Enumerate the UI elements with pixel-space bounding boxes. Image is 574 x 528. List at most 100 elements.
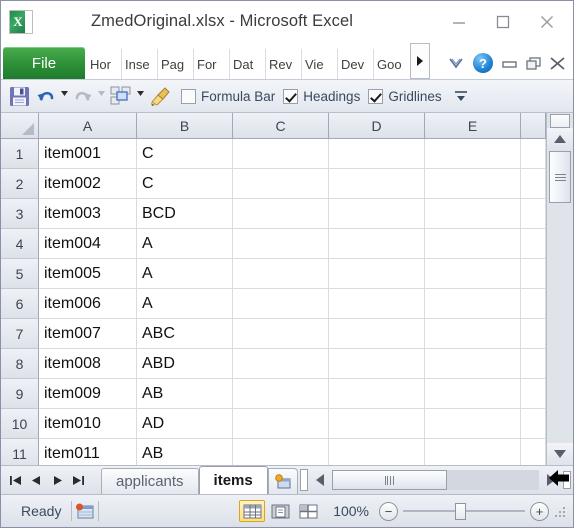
column-header-c[interactable]: C xyxy=(233,113,329,139)
cell-b4[interactable]: A xyxy=(137,229,233,259)
page-layout-icon[interactable] xyxy=(267,500,293,522)
zoom-slider[interactable] xyxy=(403,502,525,521)
cell-b5[interactable]: A xyxy=(137,259,233,289)
row-header[interactable]: 10 xyxy=(1,409,39,439)
select-all-icon[interactable] xyxy=(1,113,39,139)
close-icon[interactable] xyxy=(525,8,569,36)
table-row[interactable]: 1 item001 C xyxy=(1,139,546,169)
zoom-slider-handle[interactable] xyxy=(455,502,466,520)
row-header[interactable]: 5 xyxy=(1,259,39,289)
ribbon-window-close-icon[interactable] xyxy=(550,56,565,70)
triangle-right-icon[interactable] xyxy=(539,469,561,491)
row-header[interactable]: 4 xyxy=(1,229,39,259)
record-macro-icon[interactable] xyxy=(72,503,98,520)
cell-d4[interactable] xyxy=(329,229,425,259)
cell-a10[interactable]: item010 xyxy=(39,409,137,439)
row-header[interactable]: 11 xyxy=(1,439,39,465)
cell-c6[interactable] xyxy=(233,289,329,319)
normal-view-icon[interactable] xyxy=(239,500,266,522)
format-painter-icon[interactable] xyxy=(147,83,173,109)
table-row[interactable]: 10 item010 AD xyxy=(1,409,546,439)
triangle-down-icon[interactable] xyxy=(547,443,573,465)
column-header-d[interactable]: D xyxy=(329,113,425,139)
cell-f11[interactable] xyxy=(521,439,546,465)
column-header-b[interactable]: B xyxy=(137,113,233,139)
cell-a3[interactable]: item003 xyxy=(39,199,137,229)
table-row[interactable]: 6 item006 A xyxy=(1,289,546,319)
triangle-left-icon[interactable] xyxy=(310,469,332,491)
cell-b6[interactable]: A xyxy=(137,289,233,319)
zoom-out-button[interactable]: − xyxy=(379,501,398,521)
cell-b1[interactable]: C xyxy=(137,139,233,169)
arrange-dropdown-icon[interactable] xyxy=(136,91,145,101)
row-header[interactable]: 2 xyxy=(1,169,39,199)
tab-home[interactable]: Hor xyxy=(85,49,121,79)
horizontal-split-handle[interactable] xyxy=(563,471,571,489)
cell-c9[interactable] xyxy=(233,379,329,409)
cell-f2[interactable] xyxy=(521,169,546,199)
cell-c4[interactable] xyxy=(233,229,329,259)
tab-view[interactable]: Vie xyxy=(301,49,337,79)
table-row[interactable]: 7 item007 ABC xyxy=(1,319,546,349)
sheet-tab-items[interactable]: items xyxy=(198,466,268,494)
tab-file[interactable]: File xyxy=(3,47,85,79)
cell-a4[interactable]: item004 xyxy=(39,229,137,259)
tab-review[interactable]: Rev xyxy=(265,49,301,79)
cell-c7[interactable] xyxy=(233,319,329,349)
cell-f3[interactable] xyxy=(521,199,546,229)
cell-d8[interactable] xyxy=(329,349,425,379)
cell-a8[interactable]: item008 xyxy=(39,349,137,379)
table-row[interactable]: 11 item011 AB xyxy=(1,439,546,465)
chevron-right-icon[interactable] xyxy=(410,43,430,79)
nav-prev-icon[interactable] xyxy=(26,469,46,491)
cell-e4[interactable] xyxy=(425,229,521,259)
cell-c2[interactable] xyxy=(233,169,329,199)
cell-e2[interactable] xyxy=(425,169,521,199)
cell-e7[interactable] xyxy=(425,319,521,349)
table-row[interactable]: 3 item003 BCD xyxy=(1,199,546,229)
cell-e1[interactable] xyxy=(425,139,521,169)
cell-b8[interactable]: ABD xyxy=(137,349,233,379)
tab-developer[interactable]: Dev xyxy=(337,49,373,79)
tab-split-handle[interactable] xyxy=(299,469,308,491)
cell-e6[interactable] xyxy=(425,289,521,319)
redo-icon[interactable] xyxy=(71,83,95,109)
cell-b2[interactable]: C xyxy=(137,169,233,199)
table-row[interactable]: 8 item008 ABD xyxy=(1,349,546,379)
nav-last-icon[interactable] xyxy=(68,469,88,491)
cell-c1[interactable] xyxy=(233,139,329,169)
cell-f6[interactable] xyxy=(521,289,546,319)
cell-d1[interactable] xyxy=(329,139,425,169)
cell-f4[interactable] xyxy=(521,229,546,259)
table-row[interactable]: 5 item005 A xyxy=(1,259,546,289)
tab-google[interactable]: Goo xyxy=(373,49,409,79)
formula-bar-checkbox-box[interactable] xyxy=(181,88,196,104)
cell-d10[interactable] xyxy=(329,409,425,439)
resize-grip-icon[interactable] xyxy=(555,505,567,517)
cell-f1[interactable] xyxy=(521,139,546,169)
vertical-scroll-track[interactable] xyxy=(547,204,573,443)
cell-d3[interactable] xyxy=(329,199,425,229)
ribbon-minimize-icon[interactable] xyxy=(448,57,464,70)
cell-d5[interactable] xyxy=(329,259,425,289)
cell-b7[interactable]: ABC xyxy=(137,319,233,349)
column-header-a[interactable]: A xyxy=(39,113,137,139)
row-header[interactable]: 9 xyxy=(1,379,39,409)
horizontal-scroll-track[interactable] xyxy=(331,470,539,490)
ribbon-window-minimize-icon[interactable] xyxy=(502,58,517,69)
customize-toolbar-icon[interactable] xyxy=(452,83,470,109)
cell-d11[interactable] xyxy=(329,439,425,465)
cell-a1[interactable]: item001 xyxy=(39,139,137,169)
cell-b9[interactable]: AB xyxy=(137,379,233,409)
cell-d2[interactable] xyxy=(329,169,425,199)
cell-c8[interactable] xyxy=(233,349,329,379)
triangle-up-icon[interactable] xyxy=(547,128,573,150)
horizontal-scrollbar[interactable] xyxy=(310,466,573,494)
cell-d7[interactable] xyxy=(329,319,425,349)
vertical-scrollbar[interactable] xyxy=(546,113,573,465)
headings-checkbox[interactable]: Headings xyxy=(283,88,360,104)
cell-e3[interactable] xyxy=(425,199,521,229)
cell-f10[interactable] xyxy=(521,409,546,439)
row-header[interactable]: 8 xyxy=(1,349,39,379)
nav-next-icon[interactable] xyxy=(47,469,67,491)
